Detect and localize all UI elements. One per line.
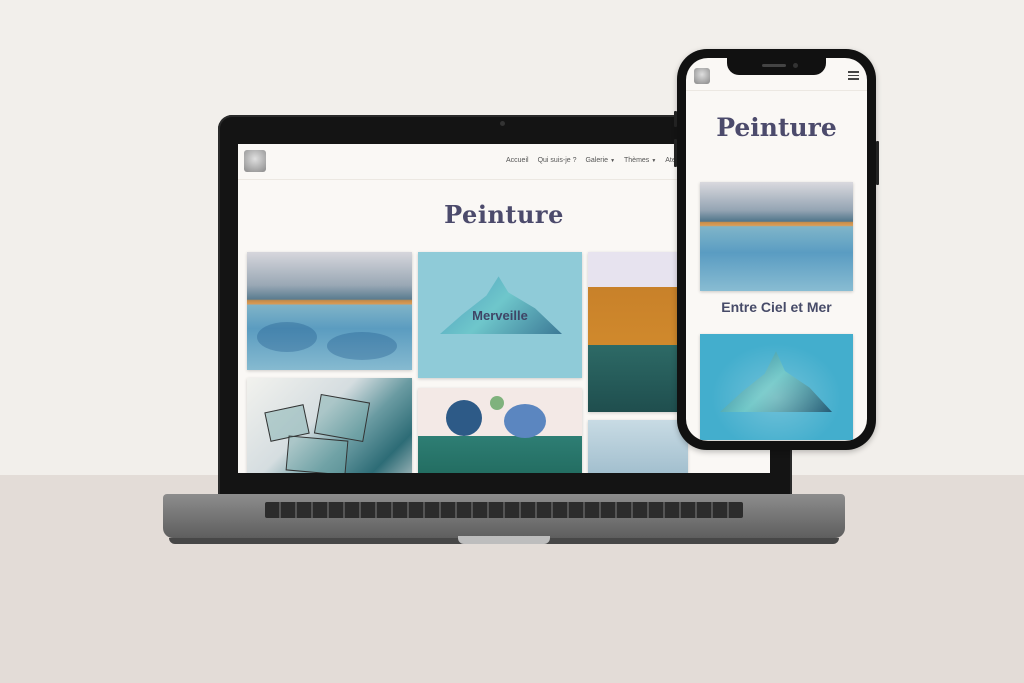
- painting-detail: [313, 393, 371, 443]
- chevron-down-icon: ▼: [610, 158, 616, 164]
- phone-screen: Peinture Entre Ciel et Mer: [686, 58, 867, 441]
- laptop-base: [163, 494, 845, 552]
- phone-side-button: [876, 141, 879, 185]
- gallery-painting-golden-city[interactable]: [588, 252, 688, 412]
- nav-item-accueil[interactable]: Accueil: [506, 157, 529, 164]
- smartphone: Peinture Entre Ciel et Mer: [674, 49, 879, 450]
- laptop-notch: [458, 536, 550, 544]
- painting-detail: [257, 322, 317, 352]
- nav-item-galerie-label: Galerie: [585, 157, 609, 164]
- painting-detail: [504, 404, 546, 438]
- phone-camera: [793, 63, 798, 68]
- nav-item-themes-label: Thèmes: [624, 157, 650, 164]
- mobile-painting-merveille[interactable]: [700, 334, 853, 440]
- phone-side-button: [674, 111, 677, 127]
- mobile-page-title: Peinture: [716, 113, 837, 142]
- painting-detail: [327, 332, 397, 360]
- painting-detail: [440, 276, 562, 334]
- painting-detail: [285, 435, 349, 473]
- chevron-down-icon: ▼: [651, 158, 657, 164]
- hamburger-menu-icon[interactable]: [848, 71, 859, 80]
- gallery-painting-merveille[interactable]: Merveille: [418, 252, 582, 378]
- gallery-painting-abstract[interactable]: [247, 378, 412, 473]
- nav-item-qui-suis-je[interactable]: Qui suis-je ?: [538, 157, 577, 164]
- nav-item-themes[interactable]: Thèmes ▼: [624, 157, 656, 164]
- mobile-painting-caption[interactable]: Entre Ciel et Mer: [686, 299, 867, 315]
- gallery-painting-figures[interactable]: [418, 388, 582, 473]
- laptop-camera: [500, 121, 505, 126]
- phone-side-button: [674, 139, 677, 167]
- phone-notch: [727, 58, 826, 75]
- gallery-painting-partial[interactable]: [588, 420, 688, 473]
- phone-speaker: [762, 64, 786, 67]
- gallery-painting-sky-sea[interactable]: [247, 252, 412, 370]
- header-divider: [686, 90, 867, 91]
- painting-detail: [446, 400, 482, 436]
- main-navigation: Accueil Qui suis-je ? Galerie ▼ Thèmes ▼ A…: [506, 157, 676, 164]
- painting-detail: [490, 396, 504, 410]
- artist-logo-icon[interactable]: [694, 68, 710, 84]
- nav-item-galerie[interactable]: Galerie ▼: [585, 157, 615, 164]
- mobile-painting-sky-sea[interactable]: [700, 182, 853, 291]
- artist-logo-icon[interactable]: [244, 150, 266, 172]
- painting-detail: [700, 334, 853, 440]
- painting-overlay-label: Merveille: [472, 308, 528, 323]
- laptop-keyboard: [265, 502, 743, 518]
